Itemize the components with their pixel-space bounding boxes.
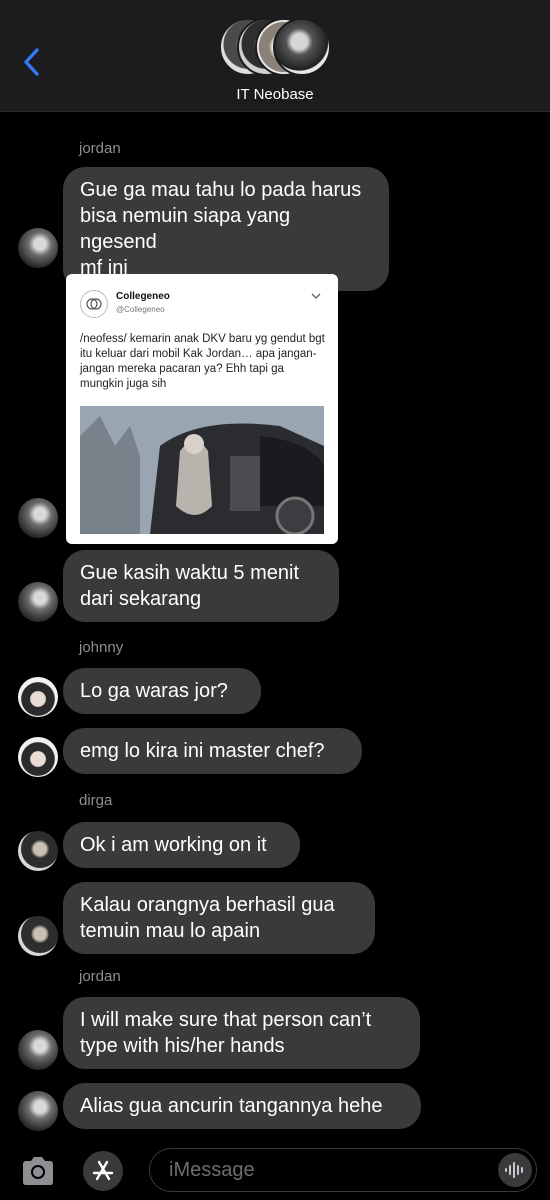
message-bubble[interactable]: emg lo kira ini master chef? — [63, 728, 362, 774]
message-bubble[interactable]: Alias gua ancurin tangannya hehe — [63, 1083, 421, 1129]
avatar-johnny[interactable] — [18, 737, 58, 777]
group-member-avatar — [273, 18, 331, 76]
chevron-down-icon — [311, 293, 321, 299]
waveform-icon — [505, 1162, 523, 1178]
tweet-text: /neofess/ kemarin anak DKV baru yg gendu… — [80, 333, 325, 390]
avatar-jordan[interactable] — [18, 498, 58, 538]
camera-icon — [23, 1157, 53, 1185]
sender-name: johnny — [79, 639, 124, 656]
message-list[interactable]: jordan Gue ga mau tahu lo pada harus bis… — [0, 112, 550, 1142]
avatar-johnny[interactable] — [18, 677, 58, 717]
tweet-screenshot-image[interactable]: Collegeneo @Collegeneo /neofess/ kemarin… — [66, 274, 338, 544]
message-bubble[interactable]: Ok i am working on it — [63, 822, 300, 868]
group-avatar-stack[interactable] — [219, 18, 331, 78]
sender-name: jordan — [79, 968, 121, 985]
sender-name: dirga — [79, 792, 113, 809]
message-composer — [0, 1142, 550, 1200]
collegeneo-logo — [80, 290, 108, 318]
voice-message-button[interactable] — [498, 1153, 532, 1187]
tweet-photo — [80, 406, 324, 534]
group-name[interactable]: IT Neobase — [0, 86, 550, 103]
tweet-account-name: Collegeneo — [116, 291, 170, 302]
avatar-dirga[interactable] — [18, 916, 58, 956]
app-store-button[interactable] — [83, 1151, 123, 1191]
camera-button[interactable] — [20, 1156, 56, 1186]
message-bubble[interactable]: Lo ga waras jor? — [63, 668, 261, 714]
message-bubble[interactable]: I will make sure that person can’t type … — [63, 997, 420, 1069]
chevron-left-icon — [24, 48, 39, 76]
back-button[interactable] — [16, 44, 46, 80]
message-bubble[interactable]: Gue kasih waktu 5 menit dari sekarang — [63, 550, 339, 622]
message-bubble[interactable]: Gue ga mau tahu lo pada harus bisa nemui… — [63, 167, 389, 291]
message-input[interactable] — [149, 1148, 537, 1192]
avatar-jordan[interactable] — [18, 1030, 58, 1070]
avatar-dirga[interactable] — [18, 831, 58, 871]
sender-name: jordan — [79, 140, 121, 157]
message-bubble[interactable]: Kalau orangnya berhasil gua temuin mau l… — [63, 882, 375, 954]
tweet-handle: @Collegeneo — [116, 305, 165, 314]
avatar-jordan[interactable] — [18, 1091, 58, 1131]
avatar-jordan[interactable] — [18, 228, 58, 268]
conversation-header: IT Neobase — [0, 0, 550, 112]
app-store-icon — [92, 1160, 114, 1181]
avatar-jordan[interactable] — [18, 582, 58, 622]
